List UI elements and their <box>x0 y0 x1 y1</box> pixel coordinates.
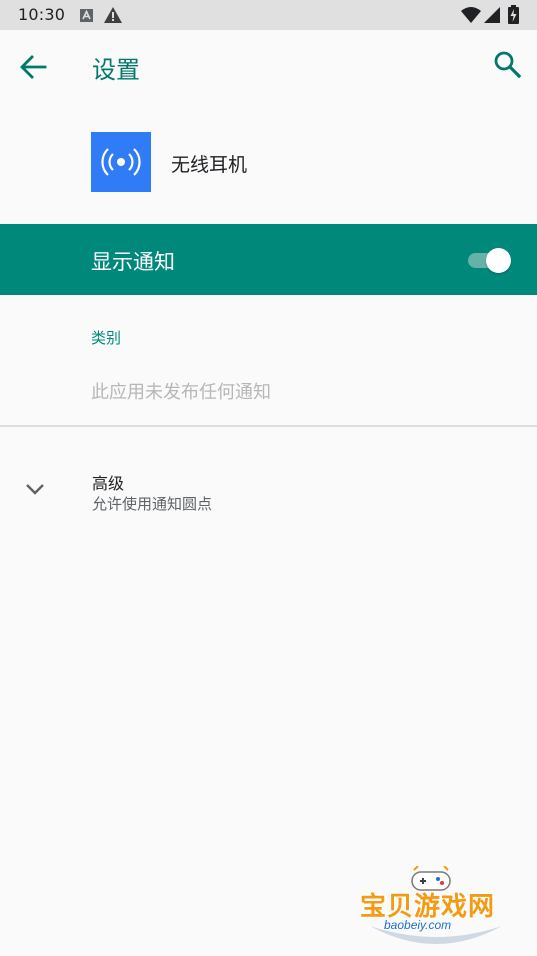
watermark-url: baobeiy.com <box>384 918 452 932</box>
divider <box>0 425 537 427</box>
app-name: 无线耳机 <box>171 154 248 176</box>
advanced-title: 高级 <box>92 474 125 493</box>
watermark-logo: 宝贝游戏网 baobeiy.com <box>360 866 510 954</box>
status-time: 10:30 <box>18 5 66 24</box>
arrow-left-icon[interactable] <box>18 52 48 82</box>
show-notifications-label: 显示通知 <box>91 250 175 274</box>
chevron-down-icon <box>26 484 44 495</box>
a-notification-icon <box>80 9 93 22</box>
search-icon[interactable] <box>493 50 523 80</box>
empty-state-text: 此应用未发布任何通知 <box>91 382 271 403</box>
wireless-signal-icon <box>101 148 141 176</box>
app-icon <box>91 132 151 192</box>
category-header: 类别 <box>91 329 122 347</box>
signal-icon <box>484 7 500 23</box>
status-bar: 10:30 <box>0 0 537 30</box>
show-notifications-toggle-row[interactable]: 显示通知 <box>0 224 537 295</box>
advanced-summary: 允许使用通知圆点 <box>92 495 213 513</box>
page-title: 设置 <box>92 56 140 84</box>
battery-charging-icon <box>508 5 519 24</box>
switch-thumb <box>486 248 511 273</box>
wifi-icon <box>461 7 481 23</box>
app-header: 无线耳机 <box>0 102 537 224</box>
app-bar: 设置 <box>0 30 537 102</box>
show-notifications-switch[interactable] <box>466 246 514 274</box>
advanced-row[interactable]: 高级 允许使用通知圆点 <box>0 454 537 524</box>
warning-icon <box>104 7 122 23</box>
